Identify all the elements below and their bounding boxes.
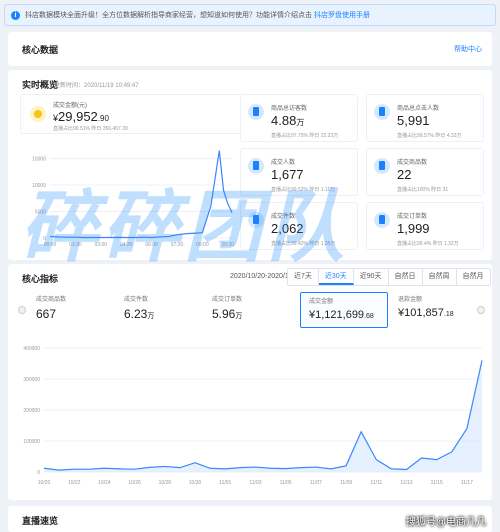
x-tick-label: 11/07 — [310, 480, 322, 486]
period-tabs: 近7天 近30天 近90天 自然日 自然周 自然月 — [287, 268, 491, 286]
x-tick-label: 10/24 — [98, 480, 111, 486]
indicators-title: 核心指标 — [22, 274, 59, 284]
notice-banner: i 抖店数据模块全面升级！全方位数据解析指导商家经营，想知道如何使用？功能详情介… — [4, 4, 496, 26]
product-icon — [374, 104, 390, 120]
gmv-summary: 成交金额(元) ¥29,952.90 直播占比99.51% 昨日 356,457… — [20, 94, 242, 134]
x-tick-label: 11/01 — [219, 480, 231, 486]
metric-orders: 成交订单数 1,999 直播占比99.4% 昨日 1.32万 — [366, 202, 484, 250]
y-tick-label: 5000 — [35, 210, 46, 216]
metric-buyers: 成交人数 1,677 直播占比99.52% 昨日 1.11万 — [240, 148, 358, 196]
tab-week[interactable]: 自然周 — [423, 269, 457, 285]
realtime-overview-card: 实时概览 更新时间：2020/11/19 10:49:47 成交金额(元) ¥2… — [8, 70, 492, 260]
x-tick-label: 03:00 — [95, 242, 108, 248]
kpi-orders[interactable]: 成交订单数 5.96万 — [212, 294, 242, 328]
info-icon: i — [11, 10, 20, 20]
core-data-header: 核心数据 帮助中心 — [8, 32, 492, 66]
x-tick-label: 11/15 — [431, 480, 443, 486]
y-tick-label: 15000 — [32, 157, 46, 163]
kpi-items[interactable]: 成交件数 6.23万 — [124, 294, 154, 328]
kpi-refund[interactable]: 退款金额 ¥101,857.18 — [398, 294, 454, 328]
trend-area-chart: 0 100000 200000 300000 400000 10/20 10/22 10/24… — [23, 346, 483, 486]
x-tick-label: 11/11 — [370, 480, 382, 486]
manual-link[interactable]: 抖店罗盘使用手册 — [314, 10, 370, 20]
tab-7d[interactable]: 近7天 — [288, 269, 319, 285]
x-tick-label: 04:30 — [120, 242, 133, 248]
y-tick-label: 400000 — [23, 346, 40, 352]
notice-text: 抖店数据模块全面升级！全方位数据解析指导商家经营，想知道如何使用？功能详情介绍点… — [25, 12, 312, 19]
metric-visitors: 商品总访客数 4.88万 直播占比97.75% 昨日 22.23万 — [240, 94, 358, 142]
y-tick-label: 10000 — [32, 183, 46, 189]
x-tick-label: 00:00 — [44, 242, 57, 248]
x-tick-label: 10/30 — [189, 480, 202, 486]
x-tick-label: 10:30 — [222, 242, 235, 248]
order-icon — [374, 212, 390, 228]
x-tick-label: 10/20 — [38, 480, 51, 486]
x-tick-label: 11/13 — [400, 480, 412, 486]
metric-items: 成交件数 2,062 直播占比99.42% 昨日 1.35万 — [240, 202, 358, 250]
y-tick-label: 100000 — [23, 439, 40, 445]
y-tick-label: 0 — [37, 470, 40, 476]
x-tick-label: 11/05 — [280, 480, 292, 486]
x-tick-label: 07:30 — [171, 242, 184, 248]
tab-90d[interactable]: 近90天 — [354, 269, 389, 285]
core-data-title: 核心数据 — [22, 45, 59, 55]
coin-icon — [30, 106, 46, 122]
x-tick-label: 09:00 — [196, 242, 209, 248]
kpi-products[interactable]: 成交商品数 667 — [36, 294, 66, 328]
box-icon — [374, 158, 390, 174]
product-icon — [248, 104, 264, 120]
kpi-gmv[interactable]: 成交金额 ¥1,121,699.68 — [300, 292, 388, 328]
series-area — [44, 360, 482, 472]
realtime-title: 实时概览 — [22, 80, 59, 90]
gmv-value: ¥29,952.90 — [53, 109, 109, 124]
x-tick-label: 01:30 — [69, 242, 82, 248]
x-tick-label: 06:00 — [145, 242, 158, 248]
tab-day[interactable]: 自然日 — [389, 269, 423, 285]
x-tick-label: 10/22 — [68, 480, 81, 486]
x-tick-label: 11/09 — [340, 480, 352, 486]
x-tick-label: 11/03 — [249, 480, 261, 486]
y-tick-label: 300000 — [23, 377, 40, 383]
realtime-line-chart: 05000100001500000:00 01:30 03:00 04:30 06:00… — [32, 150, 235, 248]
help-center-link[interactable]: 帮助中心 — [454, 44, 482, 54]
x-tick-label: 11/17 — [461, 480, 473, 486]
gmv-sub: 直播占比99.51% 昨日 356,457.39 — [53, 126, 128, 132]
tab-30d[interactable]: 近30天 — [318, 269, 354, 285]
gmv-label: 成交金额(元) — [53, 103, 87, 109]
update-time: 更新时间：2020/11/19 10:49:47 — [54, 83, 139, 89]
y-tick-label: 200000 — [23, 408, 40, 414]
series-line — [43, 360, 483, 471]
scroll-left-arrow[interactable] — [18, 306, 26, 314]
tab-month[interactable]: 自然月 — [457, 269, 490, 285]
series-line — [49, 150, 233, 239]
x-tick-label: 10/26 — [128, 480, 141, 486]
credit-text: 搜狐号@电商几几 — [405, 517, 486, 528]
x-tick-label: 10/28 — [159, 480, 172, 486]
metric-products-sold: 成交商品数 22 直播占比100% 昨日 31 — [366, 148, 484, 196]
package-icon — [248, 212, 264, 228]
live-title: 直播速览 — [22, 516, 59, 526]
scroll-right-arrow[interactable] — [477, 306, 485, 314]
metric-clickers: 商品总点击人数 5,991 直播占比99.57% 昨日 4.33万 — [366, 94, 484, 142]
user-icon — [248, 158, 264, 174]
